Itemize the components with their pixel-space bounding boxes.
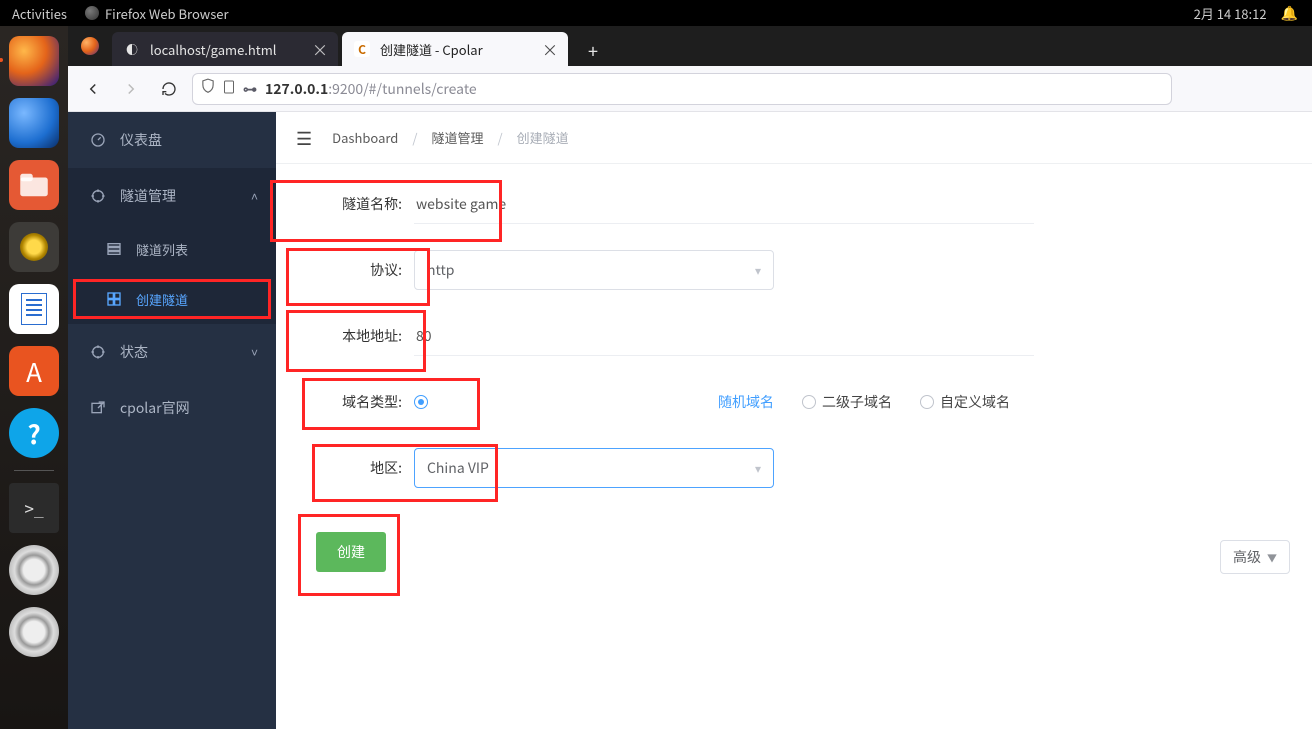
- app-name: Firefox Web Browser: [105, 4, 229, 23]
- activities-button[interactable]: Activities: [12, 4, 67, 23]
- radio-random-domain[interactable]: 随机域名: [414, 392, 774, 412]
- browser-toolbar: ⊶ 127.0.0.1:9200/#/tunnels/create: [68, 66, 1312, 112]
- dock-software-icon[interactable]: A: [9, 346, 59, 396]
- firefox-window: ◐ localhost/game.html × C 创建隧道 - Cpolar …: [68, 26, 1312, 729]
- dock-firefox-icon[interactable]: [9, 36, 59, 86]
- radio-dot-icon: [414, 395, 428, 409]
- crosshair-icon: [90, 188, 106, 204]
- sidebar-item-tunnel-list[interactable]: 隧道列表: [68, 224, 276, 274]
- tab-strip: ◐ localhost/game.html × C 创建隧道 - Cpolar …: [68, 26, 1312, 66]
- dock-files-icon[interactable]: [9, 160, 59, 210]
- grid-icon: [106, 291, 122, 307]
- globe-icon: ◐: [124, 41, 140, 57]
- select-region[interactable]: China VIP▾: [414, 448, 774, 488]
- label-domain-type: 域名类型:: [324, 392, 402, 412]
- sidebar-label: 隧道列表: [136, 240, 188, 259]
- radio-dot-icon: [920, 395, 934, 409]
- chevron-up-icon: ˄: [251, 188, 258, 205]
- radio-custom-domain[interactable]: 自定义域名: [920, 392, 1010, 412]
- chevron-down-icon: ▾: [755, 262, 761, 279]
- page-icon: [223, 79, 235, 99]
- input-local-address[interactable]: 80: [414, 316, 1034, 356]
- select-protocol[interactable]: http▾: [414, 250, 774, 290]
- tab-title: 创建隧道 - Cpolar: [380, 40, 532, 59]
- dock-disc1-icon[interactable]: [9, 545, 59, 595]
- back-button[interactable]: [78, 74, 108, 104]
- input-tunnel-name[interactable]: website game: [414, 184, 1034, 224]
- dock-rhythmbox-icon[interactable]: [9, 222, 59, 272]
- dock-help-icon[interactable]: ?: [9, 408, 59, 458]
- sidebar-label: 创建隧道: [136, 290, 188, 309]
- reload-button[interactable]: [154, 74, 184, 104]
- radio-subdomain[interactable]: 二级子域名: [802, 392, 892, 412]
- sidebar-item-official-site[interactable]: cpolar官网: [68, 380, 276, 436]
- label-local-address: 本地地址:: [298, 326, 402, 346]
- sidebar-label: cpolar官网: [120, 398, 190, 418]
- sidebar-label: 状态: [120, 342, 148, 362]
- crumb-sep: /: [498, 128, 503, 147]
- dock-terminal-icon[interactable]: >_: [9, 483, 59, 533]
- forward-button[interactable]: [116, 74, 146, 104]
- highlight-box: 创建: [298, 514, 404, 590]
- gnome-top-bar: Activities Firefox Web Browser 2月 14 18:…: [0, 0, 1312, 26]
- menu-collapse-icon[interactable]: ☰: [296, 125, 312, 151]
- breadcrumb: ☰ Dashboard / 隧道管理 / 创建隧道: [276, 112, 1312, 164]
- sidebar-label: 隧道管理: [120, 186, 176, 206]
- create-tunnel-form: 隧道名称: website game 协议: http▾ 本地地址: 80: [276, 164, 1312, 729]
- tab-cpolar-create[interactable]: C 创建隧道 - Cpolar ×: [342, 32, 568, 66]
- external-link-icon: [90, 400, 106, 416]
- advanced-toggle[interactable]: 高级▼: [1220, 540, 1290, 574]
- chevron-down-icon: ▾: [755, 460, 761, 477]
- close-icon[interactable]: ×: [312, 37, 328, 61]
- label-protocol: 协议:: [298, 260, 402, 280]
- main-column: ☰ Dashboard / 隧道管理 / 创建隧道 隧道名称: website …: [276, 112, 1312, 729]
- sidebar-label: 仪表盘: [120, 130, 162, 150]
- firefox-small-icon: [81, 37, 99, 55]
- crosshair-icon: [90, 344, 106, 360]
- sidebar-item-tunnels[interactable]: 隧道管理 ˄: [68, 168, 276, 224]
- sidebar-item-create-tunnel[interactable]: 创建隧道: [68, 274, 276, 324]
- sidebar-item-status[interactable]: 状态 ˅: [68, 324, 276, 380]
- crumb-create-tunnel: 创建隧道: [517, 128, 569, 147]
- tab-title: localhost/game.html: [150, 40, 302, 59]
- cpolar-favicon: C: [354, 41, 370, 57]
- gauge-icon: [90, 132, 106, 148]
- label-region: 地区:: [324, 458, 402, 478]
- radio-dot-icon: [802, 395, 816, 409]
- key-icon[interactable]: ⊶: [243, 79, 257, 99]
- firefox-icon: [85, 6, 99, 20]
- caret-down-icon: ▼: [1267, 550, 1277, 565]
- crumb-tunnel-mgmt[interactable]: 隧道管理: [431, 128, 483, 147]
- url-bar[interactable]: ⊶ 127.0.0.1:9200/#/tunnels/create: [192, 73, 1172, 105]
- list-icon: [106, 241, 122, 257]
- url-text: 127.0.0.1:9200/#/tunnels/create: [265, 79, 477, 99]
- chevron-down-icon: ˅: [251, 344, 258, 361]
- crumb-dashboard[interactable]: Dashboard: [332, 128, 398, 147]
- tab-localhost-game[interactable]: ◐ localhost/game.html ×: [112, 32, 338, 66]
- notification-bell-icon[interactable]: 🔔: [1281, 3, 1298, 23]
- cpolar-sidebar: 仪表盘 隧道管理 ˄ 隧道列表 创建隧道 状态: [68, 112, 276, 729]
- close-icon[interactable]: ×: [542, 37, 558, 61]
- sidebar-item-dashboard[interactable]: 仪表盘: [68, 112, 276, 168]
- label-tunnel-name: 隧道名称:: [298, 194, 402, 214]
- new-tab-button[interactable]: +: [578, 36, 608, 66]
- dock-writer-icon[interactable]: [9, 284, 59, 334]
- crumb-sep: /: [412, 128, 417, 147]
- dock-separator: [14, 470, 54, 471]
- clock: 2月 14 18:12: [1194, 4, 1267, 23]
- dock-thunderbird-icon[interactable]: [9, 98, 59, 148]
- dock-disc2-icon[interactable]: [9, 607, 59, 657]
- shield-icon[interactable]: [201, 78, 215, 99]
- ubuntu-dock: A ? >_: [0, 26, 68, 729]
- create-button[interactable]: 创建: [316, 532, 386, 572]
- page-content: 仪表盘 隧道管理 ˄ 隧道列表 创建隧道 状态: [68, 112, 1312, 729]
